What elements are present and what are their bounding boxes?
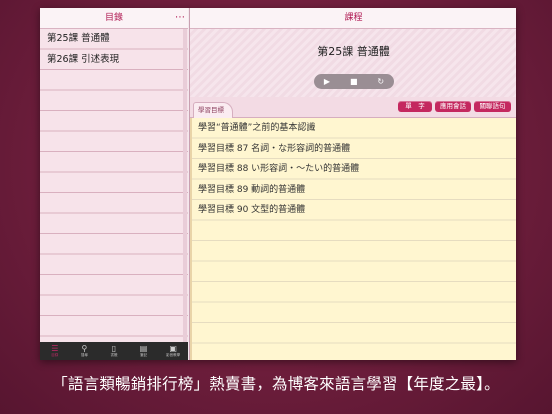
notes-icon: ▤: [139, 344, 148, 353]
bottom-tab-bar: ☰ 目錄 ⚲ 搜尋 ▯ 書籤 ▤ 筆記 ▣ 影音教學: [40, 342, 188, 360]
audio-player: ▶ ■ ↻: [314, 74, 394, 89]
vocab-button[interactable]: 單 字: [398, 101, 432, 112]
search-icon: ⚲: [81, 344, 88, 353]
list-icon: ☰: [51, 344, 59, 353]
conversation-button[interactable]: 應用會話: [435, 101, 471, 112]
scroll-track[interactable]: [183, 29, 187, 342]
toc-header: 目錄 ⋯: [40, 8, 188, 29]
related-sentences-button[interactable]: 關聯語句: [474, 101, 511, 112]
objective-item[interactable]: 學習目標 89 動詞的普通體: [190, 180, 516, 201]
tab-notes[interactable]: ▤ 筆記: [132, 342, 156, 358]
repeat-icon[interactable]: ↻: [377, 74, 384, 89]
lesson-item-26[interactable]: 第26課 引述表現: [40, 50, 188, 71]
tab-label: 目錄: [51, 353, 59, 357]
tab-label: 影音教學: [166, 353, 181, 357]
lesson-header: 課程: [190, 8, 516, 29]
play-icon[interactable]: ▶: [324, 74, 330, 89]
toc-pane: 目錄 ⋯ 第25課 普通體 第26課 引述表現 ☰ 目錄 ⚲ 搜尋 ▯ 書籤 ▤: [40, 8, 188, 360]
lesson-list: 第25課 普通體 第26課 引述表現: [40, 29, 188, 342]
lesson-pane-title: 課程: [344, 13, 363, 23]
lesson-item-25[interactable]: 第25課 普通體: [40, 29, 188, 50]
promo-caption: 「語言類暢銷排行榜」熱賣書，為博客來語言學習【年度之最】。: [52, 375, 500, 393]
content-tabs: 學習目標 單 字 應用會話 關聯語句: [190, 97, 516, 118]
lesson-banner: 第25課 普通體 ▶ ■ ↻: [190, 29, 516, 97]
lined-background: [40, 29, 188, 342]
stop-icon[interactable]: ■: [350, 74, 358, 89]
tab-search[interactable]: ⚲ 搜尋: [72, 342, 96, 358]
tab-label: 書籤: [110, 353, 118, 357]
lesson-title: 第25課 普通體: [317, 45, 390, 58]
tab-label: 筆記: [140, 353, 148, 357]
tab-learning-objectives[interactable]: 學習目標: [193, 102, 233, 118]
objective-item[interactable]: 學習目標 90 文型的普通體: [190, 200, 516, 221]
objective-item[interactable]: 學習“普通體”之前的基本認識: [190, 118, 516, 139]
tab-label: 搜尋: [80, 353, 88, 357]
ipad-screen: 目錄 ⋯ 第25課 普通體 第26課 引述表現 ☰ 目錄 ⚲ 搜尋 ▯ 書籤 ▤: [40, 8, 516, 360]
tab-bookmarks[interactable]: ▯ 書籤: [102, 342, 126, 358]
book-icon: ▯: [111, 344, 117, 353]
objectives-list: 學習“普通體”之前的基本認識 學習目標 87 名詞・な形容詞的普通體 學習目標 …: [190, 118, 516, 360]
objective-item[interactable]: 學習目標 88 い形容詞・～たい的普通體: [190, 159, 516, 180]
more-icon[interactable]: ⋯: [175, 8, 185, 28]
tab-toc[interactable]: ☰ 目錄: [43, 342, 67, 358]
video-icon: ▣: [169, 344, 177, 353]
objective-item[interactable]: 學習目標 87 名詞・な形容詞的普通體: [190, 139, 516, 160]
toc-title: 目錄: [104, 13, 123, 23]
lesson-pane: 課程 第25課 普通體 ▶ ■ ↻ 學習目標 單 字 應用會話 關聯語句 學習“…: [189, 8, 516, 360]
tab-video[interactable]: ▣ 影音教學: [161, 342, 185, 358]
